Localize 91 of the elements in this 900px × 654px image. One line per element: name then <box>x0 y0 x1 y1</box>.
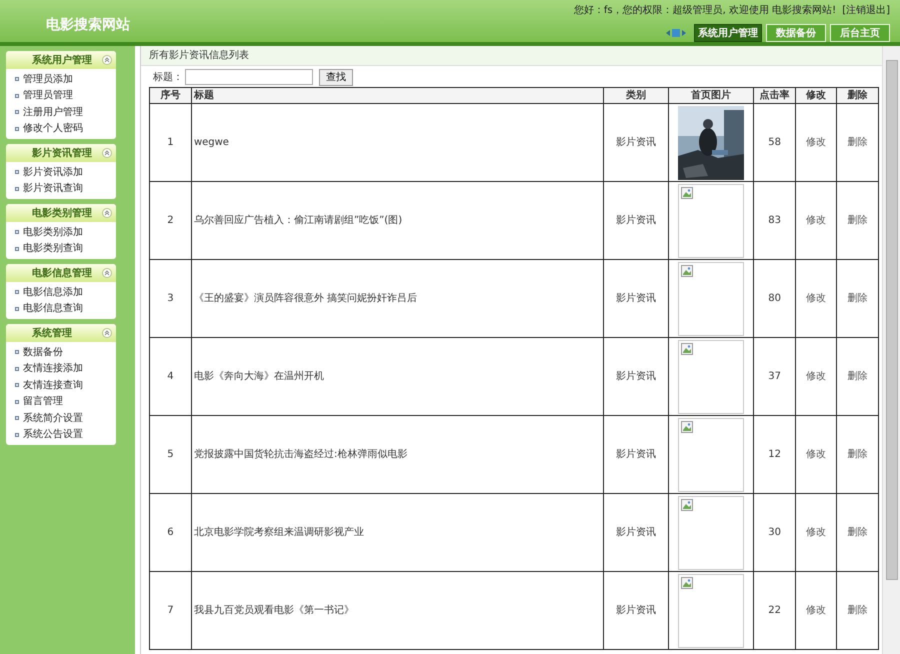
table-cell: 电影《奔向大海》在温州开机 <box>191 338 604 416</box>
table-cell: 6 <box>150 494 192 572</box>
edit-link[interactable]: 修改 <box>806 449 826 460</box>
table-cell: 12 <box>754 416 796 494</box>
table-cell: 30 <box>754 494 796 572</box>
sidebar-item[interactable]: 影片资讯查询 <box>6 180 116 197</box>
collapse-icon[interactable] <box>102 148 112 158</box>
table-cell: 影片资讯 <box>604 104 669 182</box>
table-cell: 北京电影学院考察组来温调研影视产业 <box>191 494 604 572</box>
table-cell: 我县九百党员观看电影《第一书记》 <box>191 572 604 650</box>
sidebar-item[interactable]: 电影信息添加 <box>6 284 116 300</box>
edit-link[interactable]: 修改 <box>806 605 826 616</box>
sidebar-item[interactable]: 电影信息查询 <box>6 300 116 317</box>
sidebar-item[interactable]: 数据备份 <box>6 344 116 360</box>
edit-link[interactable]: 修改 <box>806 527 826 538</box>
table-cell: 4 <box>150 338 192 416</box>
panel-title: 影片资讯管理 <box>32 146 92 160</box>
sidebar-item[interactable]: 注册用户管理 <box>6 104 116 120</box>
site-title: 电影搜索网站 <box>45 16 130 35</box>
delete-link[interactable]: 删除 <box>847 605 868 616</box>
arrows-icon[interactable] <box>666 28 686 38</box>
panel-title: 电影类别管理 <box>32 206 92 220</box>
sidebar-item[interactable]: 系统公告设置 <box>6 426 116 443</box>
delete-link[interactable]: 删除 <box>847 215 868 226</box>
scrollbar[interactable] <box>882 46 900 654</box>
sidebar-item[interactable]: 管理员添加 <box>6 71 116 88</box>
page-caption: 所有影片资讯信息列表 <box>141 46 882 66</box>
table-cell: 影片资讯 <box>604 494 669 572</box>
collapse-icon[interactable] <box>102 328 112 338</box>
delete-link[interactable]: 删除 <box>847 137 868 148</box>
sidebar-item[interactable]: 友情连接添加 <box>6 360 116 377</box>
table-cell: wegwe <box>191 104 604 182</box>
table-cell: 1 <box>150 104 192 182</box>
sidebar-item[interactable]: 修改个人密码 <box>6 120 116 137</box>
sidebar-item[interactable]: 电影类别查询 <box>6 240 116 257</box>
broken-image-icon <box>681 498 694 510</box>
delete-link[interactable]: 删除 <box>847 527 868 538</box>
broken-image-icon <box>681 264 694 276</box>
table-cell: 80 <box>754 260 796 338</box>
edit-link[interactable]: 修改 <box>806 371 826 382</box>
table-cell: 党报披露中国货轮抗击海盗经过:枪林弹雨似电影 <box>191 416 604 494</box>
table-cell: 22 <box>754 572 796 650</box>
table-cell: 《王的盛宴》演员阵容很意外 搞笑问妮扮奸诈吕后 <box>191 260 604 338</box>
nav-tab[interactable]: 系统用户管理 <box>694 24 762 42</box>
panel-title: 系统管理 <box>32 326 72 340</box>
sidebar-item[interactable]: 系统简介设置 <box>6 410 116 426</box>
search-label: 标题： <box>153 70 183 84</box>
broken-image-icon <box>681 576 694 588</box>
column-header: 点击率 <box>754 88 796 104</box>
table-cell: 5 <box>150 416 192 494</box>
title-search-field[interactable] <box>185 69 313 85</box>
panel-title: 系统用户管理 <box>32 53 92 68</box>
collapse-icon[interactable] <box>102 55 112 65</box>
table-cell: 7 <box>150 572 192 650</box>
column-header: 修改 <box>796 88 836 104</box>
delete-link[interactable]: 删除 <box>847 371 868 382</box>
panel-title: 电影信息管理 <box>32 266 92 280</box>
broken-image-icon <box>681 186 694 198</box>
delete-link[interactable]: 删除 <box>847 449 868 460</box>
table-cell: 影片资讯 <box>604 182 669 260</box>
broken-image-icon <box>681 420 694 432</box>
sidebar-item[interactable]: 电影类别添加 <box>6 224 116 240</box>
column-header: 序号 <box>150 88 192 104</box>
delete-link[interactable]: 删除 <box>847 293 868 304</box>
collapse-icon[interactable] <box>102 268 112 278</box>
table-cell: 2 <box>150 182 192 260</box>
sidebar-item[interactable]: 管理员管理 <box>6 88 116 104</box>
welcome-text: 您好：fs，您的权限：超级管理员, 欢迎使用 电影搜索网站! <box>574 4 836 18</box>
table-cell: 影片资讯 <box>604 416 669 494</box>
broken-image-icon <box>681 342 694 354</box>
sidebar-item[interactable]: 友情连接查询 <box>6 377 116 394</box>
search-button[interactable]: 查找 <box>319 68 353 86</box>
table-cell: 37 <box>754 338 796 416</box>
column-header: 首页图片 <box>668 88 754 104</box>
sidebar-item[interactable]: 留言管理 <box>6 394 116 410</box>
logout-link[interactable]: [注销退出] <box>842 3 890 18</box>
edit-link[interactable]: 修改 <box>806 215 826 226</box>
table-cell: 3 <box>150 260 192 338</box>
table-cell: 影片资讯 <box>604 572 669 650</box>
edit-link[interactable]: 修改 <box>806 137 826 148</box>
column-header: 删除 <box>836 88 878 104</box>
sidebar-item[interactable]: 影片资讯添加 <box>6 164 116 180</box>
table-cell: 影片资讯 <box>604 338 669 416</box>
collapse-icon[interactable] <box>102 208 112 218</box>
edit-link[interactable]: 修改 <box>806 293 826 304</box>
column-header: 类别 <box>604 88 669 104</box>
table-cell: 乌尔善回应广告植入：偷江南请剧组”吃饭”(图) <box>191 182 604 260</box>
table-cell: 影片资讯 <box>604 260 669 338</box>
table-cell: 58 <box>754 104 796 182</box>
table-cell: 83 <box>754 182 796 260</box>
column-header: 标题 <box>191 88 604 104</box>
